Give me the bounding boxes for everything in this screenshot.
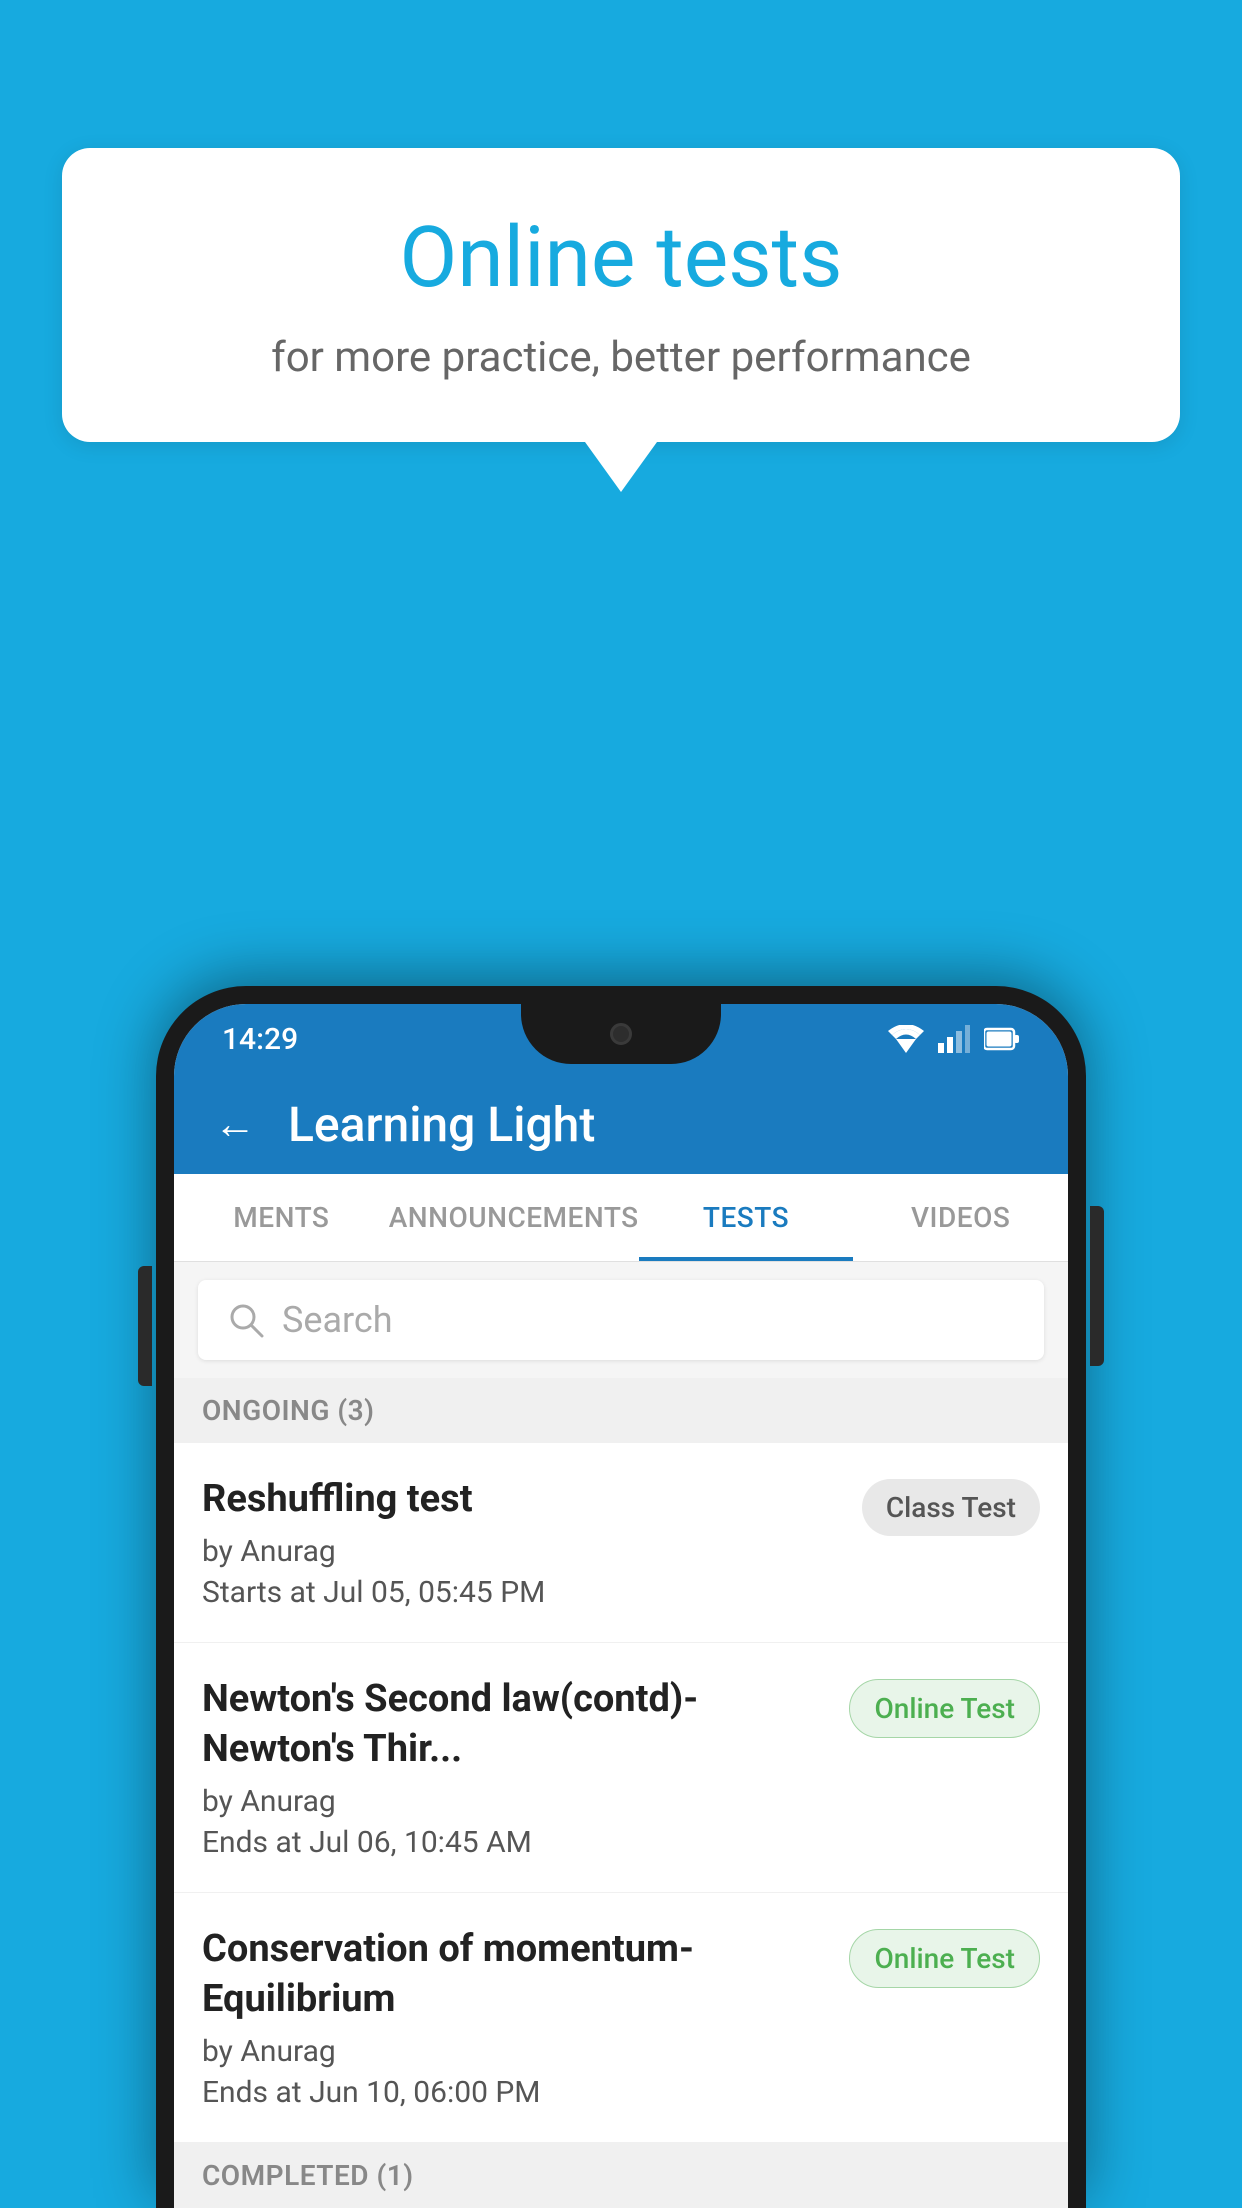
test-name: Reshuffling test — [202, 1475, 842, 1524]
test-author: by Anurag — [202, 1784, 829, 1819]
test-info: Conservation of momentum-Equilibrium by … — [202, 1925, 829, 2110]
bubble-title: Online tests — [142, 208, 1100, 309]
test-badge-online-2: Online Test — [849, 1929, 1040, 1988]
test-name: Newton's Second law(contd)-Newton's Thir… — [202, 1675, 829, 1774]
test-info: Reshuffling test by Anurag Starts at Jul… — [202, 1475, 842, 1610]
camera-dot — [610, 1023, 632, 1045]
tab-videos[interactable]: VIDEOS — [853, 1174, 1068, 1261]
test-badge-online: Online Test — [849, 1679, 1040, 1738]
test-item[interactable]: Reshuffling test by Anurag Starts at Jul… — [174, 1443, 1068, 1643]
time-label: Ends at — [202, 2075, 302, 2110]
tab-tests[interactable]: TESTS — [639, 1174, 854, 1261]
test-item[interactable]: Newton's Second law(contd)-Newton's Thir… — [174, 1643, 1068, 1893]
time-value: Jul 06, 10:45 AM — [309, 1825, 532, 1860]
time-label: Starts at — [202, 1575, 316, 1610]
status-time: 14:29 — [222, 1022, 298, 1057]
speech-bubble-container: Online tests for more practice, better p… — [62, 148, 1180, 492]
speech-bubble-arrow — [585, 442, 657, 492]
search-icon — [228, 1302, 264, 1338]
test-time: Starts at Jul 05, 05:45 PM — [202, 1575, 842, 1610]
speech-bubble: Online tests for more practice, better p… — [62, 148, 1180, 442]
search-container: Search — [174, 1262, 1068, 1378]
bubble-subtitle: for more practice, better performance — [142, 333, 1100, 382]
status-bar: 14:29 — [174, 1004, 1068, 1074]
phone-screen: 14:29 — [174, 1004, 1068, 2208]
test-time: Ends at Jul 06, 10:45 AM — [202, 1825, 829, 1860]
test-item[interactable]: Conservation of momentum-Equilibrium by … — [174, 1893, 1068, 2143]
phone-wrapper: 14:29 — [156, 986, 1086, 2208]
ongoing-section-header: ONGOING (3) — [174, 1378, 1068, 1443]
battery-icon — [984, 1027, 1020, 1051]
time-value: Jul 05, 05:45 PM — [323, 1575, 545, 1610]
time-label: Ends at — [202, 1825, 302, 1860]
wifi-icon — [888, 1025, 924, 1053]
status-icons — [888, 1025, 1020, 1053]
test-info: Newton's Second law(contd)-Newton's Thir… — [202, 1675, 829, 1860]
search-placeholder: Search — [282, 1299, 393, 1341]
app-header: ← Learning Light — [174, 1074, 1068, 1174]
notch — [521, 1004, 721, 1064]
search-bar[interactable]: Search — [198, 1280, 1044, 1360]
completed-section-header: COMPLETED (1) — [174, 2143, 1068, 2208]
app-title: Learning Light — [288, 1096, 595, 1153]
time-value: Jun 10, 06:00 PM — [309, 2075, 540, 2110]
test-time: Ends at Jun 10, 06:00 PM — [202, 2075, 829, 2110]
back-button[interactable]: ← — [214, 1100, 256, 1149]
test-author: by Anurag — [202, 2034, 829, 2069]
test-badge-class: Class Test — [862, 1479, 1040, 1536]
test-name: Conservation of momentum-Equilibrium — [202, 1925, 829, 2024]
tab-bar: MENTS ANNOUNCEMENTS TESTS VIDEOS — [174, 1174, 1068, 1262]
tab-announcements[interactable]: ANNOUNCEMENTS — [389, 1174, 639, 1261]
tab-ments[interactable]: MENTS — [174, 1174, 389, 1261]
signal-icon — [938, 1025, 970, 1053]
test-author: by Anurag — [202, 1534, 842, 1569]
test-list: Reshuffling test by Anurag Starts at Jul… — [174, 1443, 1068, 2143]
phone-outer: 14:29 — [156, 986, 1086, 2208]
